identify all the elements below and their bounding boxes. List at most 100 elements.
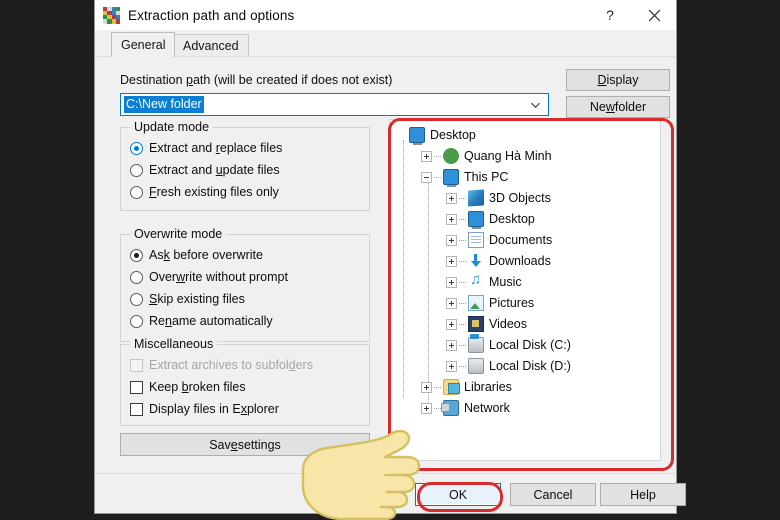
radio-ask-before-overwrite[interactable]: Ask before overwrite: [130, 248, 263, 262]
tree-connector: [434, 407, 441, 409]
tree-item-label: Network: [464, 401, 510, 415]
destination-path-combo[interactable]: C:\New folder: [120, 93, 549, 116]
downloads-icon: [468, 253, 484, 269]
ok-button[interactable]: OK: [415, 483, 501, 506]
tree-connector: [459, 344, 466, 346]
dialog-footer: OK Cancel Help: [95, 473, 686, 513]
expand-plus-icon[interactable]: [421, 402, 432, 414]
expand-plus-icon[interactable]: [421, 150, 432, 162]
tab-strip: General Advanced: [95, 31, 676, 57]
tree-item[interactable]: Local Disk (C:): [446, 334, 571, 354]
expand-plus-icon[interactable]: [446, 213, 457, 225]
collapse-minus-icon[interactable]: [421, 171, 432, 183]
tree-connector: [434, 386, 441, 388]
tab-general[interactable]: General: [111, 32, 176, 57]
monitor-icon: [409, 127, 425, 145]
expand-plus-icon[interactable]: [446, 192, 457, 204]
expand-plus-icon[interactable]: [446, 339, 457, 351]
help-button[interactable]: ?: [588, 0, 632, 31]
option-label: Extract and replace files: [149, 141, 283, 155]
close-icon[interactable]: [632, 0, 676, 31]
checkbox-display-files-in-explorer[interactable]: Display files in Explorer: [130, 402, 279, 416]
tree-item[interactable]: Local Disk (D:): [446, 357, 571, 375]
expand-plus-icon[interactable]: [446, 276, 457, 288]
expand-plus-icon[interactable]: [446, 318, 457, 330]
miscellaneous-group: Miscellaneous Extract archives to subfol…: [120, 337, 370, 426]
radio-extract-and-replace[interactable]: Extract and replace files: [130, 141, 282, 155]
tree-item-label: 3D Objects: [489, 191, 551, 205]
3d-objects-icon: [468, 189, 484, 207]
tree-item[interactable]: Pictures: [446, 294, 534, 312]
tree-connector: [459, 260, 466, 262]
radio-skip-existing-files[interactable]: Skip existing files: [130, 292, 245, 306]
tree-item[interactable]: Desktop: [396, 126, 476, 145]
radio-fresh-existing-files-only[interactable]: Fresh existing files only: [130, 185, 279, 199]
checkbox-keep-broken-files[interactable]: Keep broken files: [130, 380, 246, 394]
file-tree-panel[interactable]: Desktop Quang Hà Minh This PC 3D Objects Des…: [389, 119, 661, 461]
tree-item[interactable]: 3D Objects: [446, 189, 551, 207]
tree-item-label: Local Disk (D:): [489, 359, 571, 373]
music-icon: [468, 271, 484, 290]
videos-icon: [468, 316, 484, 332]
update-mode-legend: Update mode: [130, 120, 214, 134]
tree-item[interactable]: Videos: [446, 315, 527, 333]
libraries-icon: [443, 379, 460, 395]
tree-item[interactable]: This PC: [421, 168, 509, 187]
screenshot-root: Extraction path and options ? General Ad…: [0, 0, 780, 520]
option-label: Ask before overwrite: [149, 248, 263, 262]
radio-rename-automatically[interactable]: Rename automatically: [130, 314, 273, 328]
help-button-footer[interactable]: Help: [600, 483, 686, 506]
tree-connector: [459, 218, 466, 220]
tree-item-label: This PC: [464, 170, 509, 184]
tree-item-label: Desktop: [430, 128, 476, 142]
tree-item-label: Quang Hà Minh: [464, 149, 552, 163]
destination-path-label: Destination path (will be created if doe…: [120, 73, 393, 87]
window-title: Extraction path and options: [128, 7, 295, 23]
monitor-icon: [443, 169, 459, 187]
display-button[interactable]: Display: [566, 69, 670, 91]
chevron-down-icon[interactable]: [530, 99, 541, 110]
option-label: Overwrite without prompt: [149, 270, 288, 284]
radio-indicator: [130, 270, 143, 284]
radio-extract-and-update[interactable]: Extract and update files: [130, 163, 280, 177]
checkbox-indicator: [130, 358, 143, 372]
update-mode-group: Update mode Extract and replace files Ex…: [120, 120, 370, 211]
expand-plus-icon[interactable]: [446, 255, 457, 267]
documents-icon: [468, 232, 484, 248]
tree-item[interactable]: Network: [421, 399, 510, 417]
tab-advanced[interactable]: Advanced: [173, 34, 249, 57]
tree-item[interactable]: Libraries: [421, 378, 512, 396]
tree-connector: [459, 197, 466, 199]
tree-guide-line: [403, 140, 404, 398]
winrar-icon: [103, 6, 120, 24]
expand-plus-icon[interactable]: [446, 360, 457, 372]
save-settings-button[interactable]: Sav e settings: [120, 433, 370, 456]
option-label: Display files in Explorer: [149, 402, 279, 416]
extraction-options-dialog: Extraction path and options ? General Ad…: [94, 0, 686, 514]
tree-item[interactable]: Documents: [446, 231, 552, 249]
option-label: Keep broken files: [149, 380, 246, 394]
expand-plus-icon[interactable]: [446, 297, 457, 309]
tree-item[interactable]: Music: [446, 271, 522, 291]
expand-plus-icon[interactable]: [421, 381, 432, 393]
tree-item[interactable]: Downloads: [446, 252, 551, 270]
radio-overwrite-without-prompt[interactable]: Overwrite without prompt: [130, 270, 288, 284]
tree-item[interactable]: Desktop: [446, 210, 535, 229]
radio-indicator: [130, 314, 143, 328]
radio-indicator: [130, 141, 143, 155]
tree-item-label: Documents: [489, 233, 553, 247]
new-folder-button[interactable]: Ne w folder: [566, 96, 670, 118]
pictures-icon: [468, 295, 484, 311]
tree-connector: [459, 302, 466, 304]
tree-item-label: Desktop: [489, 212, 535, 226]
tree-item[interactable]: Quang Hà Minh: [421, 147, 552, 165]
user-icon: [443, 148, 459, 164]
cancel-button[interactable]: Cancel: [510, 483, 596, 506]
tree-item-label: Local Disk (C:): [489, 338, 571, 352]
tree-item-label: Downloads: [489, 254, 551, 268]
option-label: Rename automatically: [149, 314, 273, 328]
destination-path-value: C:\New folder: [124, 96, 204, 113]
expand-plus-icon[interactable]: [446, 234, 457, 246]
disk-icon: [468, 358, 484, 374]
tree-connector: [434, 155, 441, 157]
